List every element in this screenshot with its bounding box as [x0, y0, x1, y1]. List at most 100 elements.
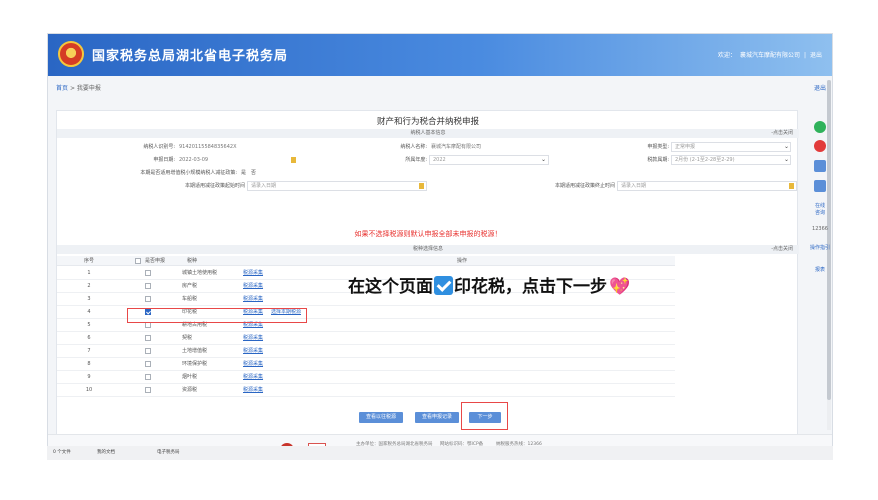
query-history-button[interactable]: 查看以往税源 [359, 412, 403, 423]
header-tax: 税种 [187, 258, 198, 264]
declare-type-label: 申报类型: [647, 144, 669, 150]
report-tool[interactable]: 报表 [810, 266, 830, 273]
guide-tool[interactable]: 操作指引 [810, 244, 830, 251]
collect-source-link[interactable]: 税源采集 [243, 345, 263, 358]
header-op: 操作 [457, 258, 468, 264]
taxpayer-name-value: 襄城汽车摩配有限公司 [431, 144, 482, 150]
exit-link[interactable]: 退出 [814, 80, 826, 98]
user-info: 欢迎： 襄城汽车摩配有限公司 | 退出 [714, 50, 822, 59]
printer-icon[interactable] [814, 160, 826, 172]
policy-start-input[interactable]: 请录入日期 [247, 181, 427, 191]
table-row: 6 契税 税源采集 [57, 332, 675, 345]
declare-checkbox[interactable] [145, 296, 151, 302]
policy-end-input[interactable]: 请录入日期 [617, 181, 797, 191]
declare-checkbox[interactable] [145, 283, 151, 289]
row-ids: 纳税人识别号: 91420115584835642X 纳税人名称: 襄城汽车摩配… [57, 141, 799, 153]
tax-name: 房产税 [182, 283, 198, 289]
calendar-icon[interactable] [419, 183, 424, 189]
collect-source-link[interactable]: 税源采集 [243, 280, 263, 293]
row-seq: 6 [87, 335, 91, 341]
header-declare: 是否申报 [145, 258, 166, 264]
user-prefix: 欢迎： [717, 52, 736, 59]
taskbar-item-3[interactable]: 电子税务局 [157, 446, 180, 460]
scrollbar-thumb[interactable] [827, 80, 831, 400]
table-row: 7 土地增值税 税源采集 [57, 345, 675, 358]
declare-date-label: 申报日期: [153, 157, 175, 163]
breadcrumb-home[interactable]: 首页 [56, 85, 68, 92]
row-seq: 1 [87, 270, 91, 276]
breadcrumb-current: 我要申报 [76, 85, 101, 92]
weibo-icon[interactable] [814, 140, 826, 152]
collect-source-link[interactable]: 税源采集 [243, 293, 263, 306]
breadcrumb-sep: > [69, 85, 75, 92]
row-seq: 8 [87, 361, 91, 367]
year-select[interactable]: 2022 [429, 155, 549, 165]
taskbar: 0 个文件 我的文档 电子税务局 [47, 446, 833, 460]
chevron-down-icon: ⌄ [784, 156, 790, 163]
browser-screen: 国家税务总局湖北省电子税务局 欢迎： 襄城汽车摩配有限公司 | 退出 首页 > 我要申… [47, 33, 833, 459]
collect-source-link[interactable]: 税源采集 [243, 371, 263, 384]
row-seq: 5 [87, 322, 91, 328]
warning-message: 如果不选择税源则默认申报全部未申报的税源！ [354, 230, 502, 238]
highlight-box-row [127, 308, 307, 323]
check-mark-icon [434, 276, 453, 295]
taxpayer-id-label: 纳税人识别号: [143, 144, 175, 150]
select-all-checkbox[interactable] [135, 258, 141, 264]
tax-name: 契税 [182, 335, 193, 341]
tax-name: 环境保护税 [182, 361, 208, 367]
table-row: 10 资源税 税源采集 [57, 384, 675, 397]
printer-icon-2[interactable] [814, 180, 826, 192]
collect-source-link[interactable]: 税源采集 [243, 267, 263, 280]
taskbar-item-2[interactable]: 我的文档 [97, 446, 115, 460]
declare-type-select[interactable]: 正常申报 [671, 142, 791, 152]
row-small-taxpayer: 本期是否适用增值税小规模纳税人减征政策: 是 否 [57, 167, 799, 179]
online-service-icon[interactable] [814, 121, 826, 133]
site-header: 国家税务总局湖北省电子税务局 欢迎： 襄城汽车摩配有限公司 | 退出 [48, 34, 832, 76]
tax-select-toggle[interactable]: -点击关闭 [771, 245, 793, 254]
tax-name: 资源税 [182, 387, 198, 393]
tax-select-title: 税种选择信息 [412, 246, 443, 252]
calendar-icon[interactable] [789, 183, 794, 189]
tax-name: 车船税 [182, 296, 198, 302]
policy-start-label: 本期适用减征政策起始时间 [184, 183, 245, 189]
small-no-radio[interactable]: 否 [251, 167, 256, 179]
collect-source-link[interactable]: 税源采集 [243, 358, 263, 371]
highlight-box-next [461, 402, 508, 430]
basic-info-bar: 纳税人基本信息 -点击关闭 [57, 129, 799, 138]
page: 国家税务总局湖北省电子税务局 欢迎： 襄城汽车摩配有限公司 | 退出 首页 > 我要申… [0, 0, 878, 500]
sparkle-heart-icon: 💖 [609, 277, 631, 297]
taxpayer-id-value: 91420115584835642X [179, 144, 237, 150]
calendar-icon[interactable] [291, 157, 296, 163]
basic-info-title: 纳税人基本信息 [410, 130, 446, 136]
basic-info-toggle[interactable]: -点击关闭 [771, 129, 793, 138]
row-seq: 4 [87, 309, 91, 315]
declare-record-button[interactable]: 查看申报记录 [415, 412, 459, 423]
breadcrumb: 首页 > 我要申报 退出 [48, 80, 832, 98]
tax-name: 城镇土地使用税 [182, 270, 218, 276]
small-yes-radio[interactable]: 是 [241, 167, 246, 179]
collect-source-link[interactable]: 税源采集 [243, 384, 263, 397]
tax-name: 烟叶税 [182, 374, 198, 380]
declare-checkbox[interactable] [145, 361, 151, 367]
row-seq: 10 [85, 387, 93, 393]
taskbar-item-1[interactable]: 0 个文件 [53, 446, 71, 460]
period-select[interactable]: 2月份 (2-1至2-28至2-29) [671, 155, 791, 165]
declare-checkbox[interactable] [145, 387, 151, 393]
table-header: 序号 是否申报 税种 操作 [57, 256, 675, 266]
declare-checkbox[interactable] [145, 374, 151, 380]
logout-link[interactable]: 退出 [810, 52, 822, 59]
taxpayer-name-label: 纳税人名称: [400, 144, 427, 150]
collect-source-link[interactable]: 税源采集 [243, 332, 263, 345]
declare-checkbox[interactable] [145, 270, 151, 276]
declare-checkbox[interactable] [145, 348, 151, 354]
site-title: 国家税务总局湖北省电子税务局 [92, 49, 289, 64]
period-label: 税款属期: [647, 157, 669, 163]
consult-tool[interactable]: 在线 咨询 [810, 202, 830, 216]
row-seq: 7 [87, 348, 91, 354]
header-seq: 序号 [83, 258, 94, 264]
tool-consult-label: 咨询 [814, 210, 825, 216]
declare-checkbox[interactable] [145, 335, 151, 341]
header-separator: | [803, 52, 806, 59]
form-title: 财产和行为税合并纳税申报 [376, 117, 479, 127]
annotation-suffix: 印花税，点击下一步 [454, 277, 607, 297]
